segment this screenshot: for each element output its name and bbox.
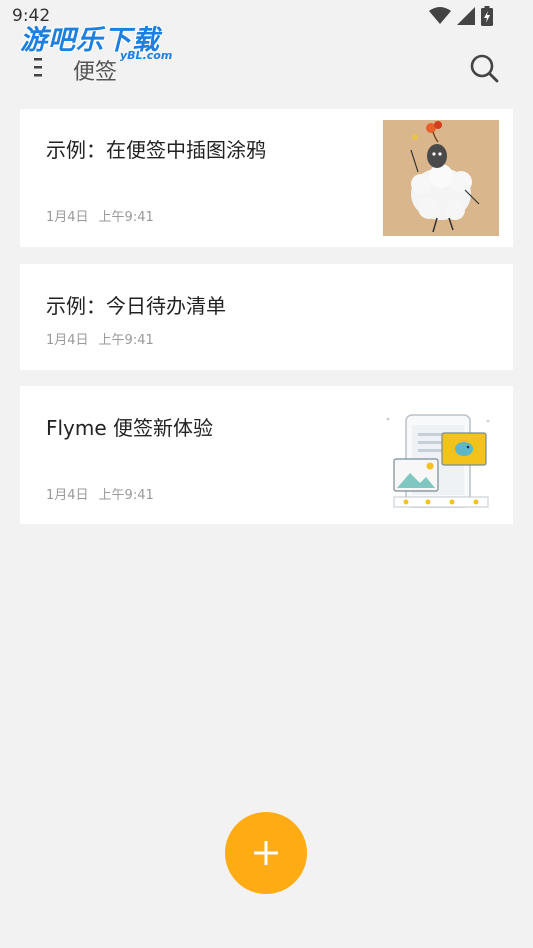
status-icons xyxy=(429,6,493,26)
note-meta: 1月4日 上午9:41 xyxy=(46,206,154,225)
menu-icon xyxy=(34,58,42,77)
phone-illustration-image xyxy=(382,411,494,513)
note-title: Flyme 便签新体验 xyxy=(46,416,214,440)
note-card[interactable]: 示例：在便签中插图涂鸦 1月4日 上午9:41 xyxy=(20,109,513,247)
note-card[interactable]: 示例：今日待办清单 1月4日 上午9:41 xyxy=(20,264,513,370)
sheep-doodle-image xyxy=(383,120,499,236)
note-date: 1月4日 xyxy=(46,333,89,348)
signal-icon xyxy=(457,7,475,25)
note-meta: 1月4日 上午9:41 xyxy=(46,329,154,348)
note-date: 1月4日 xyxy=(46,488,89,503)
menu-button[interactable] xyxy=(26,54,50,80)
battery-icon xyxy=(481,6,493,26)
note-meta: 1月4日 上午9:41 xyxy=(46,484,154,503)
search-icon xyxy=(470,54,499,83)
page-title: 便签 xyxy=(73,60,118,85)
note-title: 示例：在便签中插图涂鸦 xyxy=(46,138,266,162)
add-note-button[interactable] xyxy=(225,812,307,894)
plus-icon xyxy=(254,841,278,865)
note-time: 上午9:41 xyxy=(98,488,154,503)
note-title: 示例：今日待办清单 xyxy=(46,294,226,318)
note-card[interactable]: Flyme 便签新体验 1月4日 上午9:41 xyxy=(20,386,513,524)
note-time: 上午9:41 xyxy=(98,333,154,348)
toolbar: 便签 xyxy=(0,40,533,96)
wifi-icon xyxy=(429,7,451,24)
note-date: 1月4日 xyxy=(46,210,89,225)
search-button[interactable] xyxy=(468,52,500,84)
note-time: 上午9:41 xyxy=(98,210,154,225)
